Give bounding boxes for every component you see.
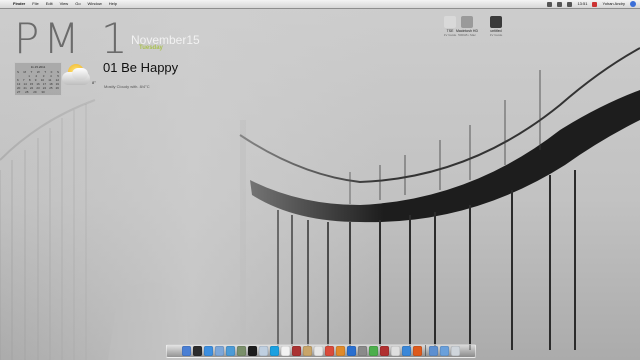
dock-item-activity-monitor-icon[interactable] <box>369 346 378 356</box>
spotlight-icon[interactable] <box>630 1 636 7</box>
dock-item-app-store-icon[interactable] <box>402 346 411 356</box>
dock-item-trash-icon[interactable] <box>451 346 460 356</box>
dock-item-dashboard-icon[interactable] <box>193 346 202 356</box>
menu-view[interactable]: View <box>60 0 69 8</box>
calendar-day: W <box>36 70 40 74</box>
wifi-icon[interactable] <box>547 1 553 7</box>
calendar-day: T <box>44 70 47 74</box>
dock-item-downloads-icon[interactable] <box>440 346 449 356</box>
dock-separator <box>425 345 426 356</box>
calendar-day: 29 <box>33 90 37 94</box>
menu-file[interactable]: File <box>32 0 38 8</box>
menu-bar: Finder File Edit View Go Window Help 13:… <box>0 0 640 9</box>
calendar-day: 30 <box>41 90 45 94</box>
dock-item-preview-icon[interactable] <box>259 346 268 356</box>
weather-location: Mostly Cloudy with. 8/4°C <box>104 84 150 89</box>
menu-extras: 13:51 Yohan Andry <box>542 0 636 8</box>
weather-widget: 8° <box>58 64 100 94</box>
dock-item-ubuntu-icon[interactable] <box>413 346 422 356</box>
dock <box>166 344 476 358</box>
menubar-user[interactable]: Yohan Andry <box>602 0 625 8</box>
desktop-icon-sublabel: 500GB • Mac <box>458 33 476 37</box>
desktop[interactable]: Finder File Edit View Go Window Help 13:… <box>0 0 640 360</box>
desktop-icon-sublabel: 1V Guide <box>489 33 503 37</box>
desktop-icon-macintosh-hd[interactable]: Macintosh HD 500GB • Mac <box>455 16 479 37</box>
dock-item-adobe-icon[interactable] <box>380 346 389 356</box>
dock-item-firefox-icon[interactable] <box>336 346 345 356</box>
menu-help[interactable]: Help <box>109 0 117 8</box>
dock-item-photo-booth-icon[interactable] <box>292 346 301 356</box>
cloud-highlight <box>72 68 88 80</box>
dock-item-system-preferences-icon[interactable] <box>358 346 367 356</box>
user-avatar-icon[interactable] <box>592 1 598 7</box>
dock-item-applications-icon[interactable] <box>429 346 438 356</box>
dock-item-terminal-icon[interactable] <box>248 346 257 356</box>
dock-item-calendar-icon[interactable] <box>281 346 290 356</box>
weather-temperature: 8° <box>92 80 96 85</box>
desktop-icon-untitled[interactable]: untitled 1V Guide <box>484 16 508 37</box>
calendar-day: M <box>23 70 27 74</box>
calendar-week-row: 27 28 29 30 <box>17 90 59 94</box>
clock-widget: PM 1 <box>14 14 132 63</box>
menu-app-finder[interactable]: Finder <box>13 0 25 8</box>
calendar-grid: S M T W T F S 1 2 3 4 5 6 7 8 9 10 11 12 13 14 15 16 17 18 19 20 21… <box>17 70 59 94</box>
menubar-clock[interactable]: 13:51 <box>577 0 587 8</box>
calendar-widget: 11.15.2011 S M T W T F S 1 2 3 4 5 6 7 8 9 10 11 12 13 14 15 1… <box>14 62 62 96</box>
weekday-label: Tuesday <box>139 45 163 51</box>
menu-window[interactable]: Window <box>88 0 102 8</box>
battery-icon[interactable] <box>567 1 573 7</box>
calendar-day: T <box>30 70 33 74</box>
menu-edit[interactable]: Edit <box>46 0 53 8</box>
calendar-day: S <box>17 70 20 74</box>
dock-item-address-book-icon[interactable] <box>303 346 312 356</box>
apple-menu-icon[interactable] <box>3 1 9 7</box>
now-playing-song: 01 Be Happy <box>103 60 179 75</box>
dock-item-skype-icon[interactable] <box>270 346 279 356</box>
hard-drive-icon <box>461 16 473 28</box>
dock-item-ical-icon[interactable] <box>391 346 400 356</box>
dock-item-finder-icon[interactable] <box>182 346 191 356</box>
dock-item-itunes-icon[interactable] <box>226 346 235 356</box>
dock-item-safari-icon[interactable] <box>204 346 213 356</box>
dock-item-textedit-icon[interactable] <box>314 346 323 356</box>
dock-item-iphoto-icon[interactable] <box>237 346 246 356</box>
drive-icon <box>490 16 502 28</box>
dock-item-quicktime-icon[interactable] <box>347 346 356 356</box>
volume-icon[interactable] <box>557 1 563 7</box>
calendar-day: 27 <box>17 90 21 94</box>
calendar-day: 28 <box>25 90 29 94</box>
calendar-day: 25 <box>49 86 53 90</box>
calendar-title: 11.15.2011 <box>30 65 46 69</box>
dock-item-chrome-icon[interactable] <box>325 346 334 356</box>
calendar-week-row: 20 21 22 23 24 25 26 <box>17 86 59 90</box>
menu-go[interactable]: Go <box>75 0 80 8</box>
dock-item-mail-icon[interactable] <box>215 346 224 356</box>
